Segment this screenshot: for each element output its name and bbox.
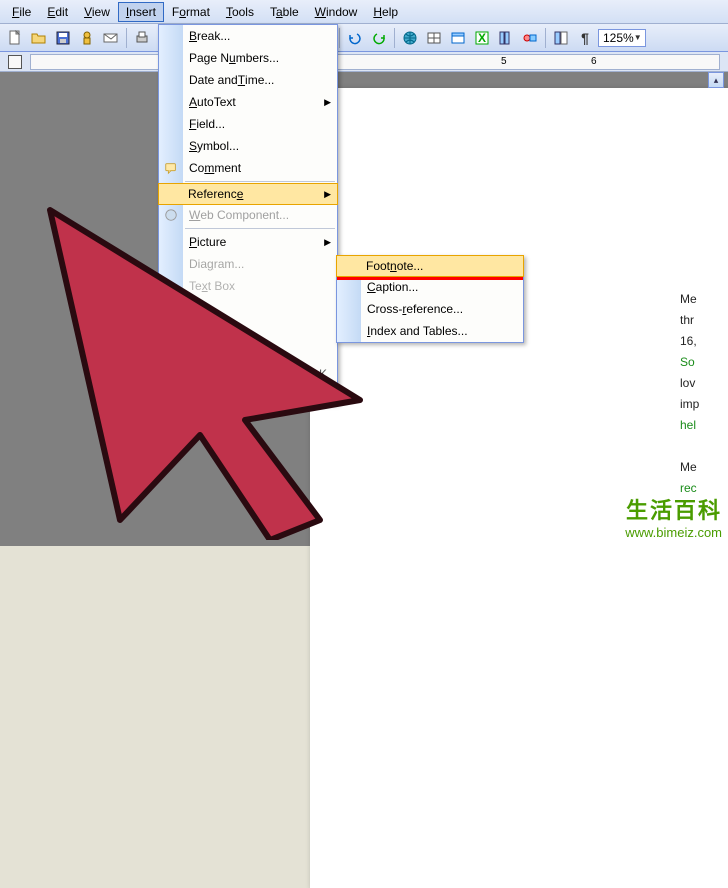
menu-edit[interactable]: Edit (39, 2, 76, 22)
menubar: File Edit View Insert Format Tools Table… (0, 0, 728, 24)
menu-autotext[interactable]: AutoText▶ (159, 91, 337, 113)
menu-window[interactable]: Window (307, 2, 366, 22)
hyperlink-icon[interactable] (399, 27, 421, 49)
toolbar: ABC X ¶ 125%▼ (0, 24, 728, 52)
tab-selector[interactable] (0, 52, 30, 72)
toolbar-separator (339, 28, 340, 48)
toolbar-separator (126, 28, 127, 48)
open-icon[interactable] (28, 27, 50, 49)
scroll-up-button[interactable]: ▴ (708, 72, 724, 88)
drawing-icon[interactable] (519, 27, 541, 49)
menu-insert[interactable]: Insert (118, 2, 164, 22)
menu-comment[interactable]: Comment (159, 157, 337, 179)
cursor-annotation (30, 200, 390, 543)
menu-symbol[interactable]: Symbol... (159, 135, 337, 157)
toolbar-separator (545, 28, 546, 48)
watermark-text: 生活百科 (625, 493, 722, 525)
permission-icon[interactable] (76, 27, 98, 49)
menu-date-time[interactable]: Date and Time... (159, 69, 337, 91)
show-marks-icon[interactable]: ¶ (574, 27, 596, 49)
menu-tools[interactable]: Tools (218, 2, 262, 22)
menu-file[interactable]: File (4, 2, 39, 22)
submenu-arrow-icon: ▶ (324, 189, 331, 200)
print-icon[interactable] (131, 27, 153, 49)
menu-help[interactable]: Help (365, 2, 406, 22)
menu-break[interactable]: Break... (159, 25, 337, 47)
chevron-down-icon: ▼ (634, 33, 642, 42)
zoom-value: 125% (603, 31, 634, 45)
save-icon[interactable] (52, 27, 74, 49)
comment-icon (163, 160, 179, 176)
watermark-url: www.bimeiz.com (625, 525, 722, 540)
menu-separator (185, 181, 335, 182)
watermark: 生活百科 www.bimeiz.com (625, 493, 722, 540)
svg-text:X: X (478, 31, 486, 45)
new-doc-icon[interactable] (4, 27, 26, 49)
insert-table-icon[interactable] (447, 27, 469, 49)
menu-field[interactable]: Field... (159, 113, 337, 135)
ruler-row: 5 6 (0, 52, 728, 72)
horizontal-ruler[interactable]: 5 6 (30, 54, 720, 70)
submenu-arrow-icon: ▶ (324, 97, 331, 108)
menu-view[interactable]: View (76, 2, 118, 22)
tables-borders-icon[interactable] (423, 27, 445, 49)
undo-icon[interactable] (344, 27, 366, 49)
columns-icon[interactable] (495, 27, 517, 49)
redo-icon[interactable] (368, 27, 390, 49)
menu-page-numbers[interactable]: Page Numbers... (159, 47, 337, 69)
menu-table[interactable]: Table (262, 2, 307, 22)
email-icon[interactable] (100, 27, 122, 49)
menu-format[interactable]: Format (164, 2, 218, 22)
zoom-combo[interactable]: 125%▼ (598, 29, 646, 47)
toolbar-separator (394, 28, 395, 48)
doc-map-icon[interactable] (550, 27, 572, 49)
excel-icon[interactable]: X (471, 27, 493, 49)
